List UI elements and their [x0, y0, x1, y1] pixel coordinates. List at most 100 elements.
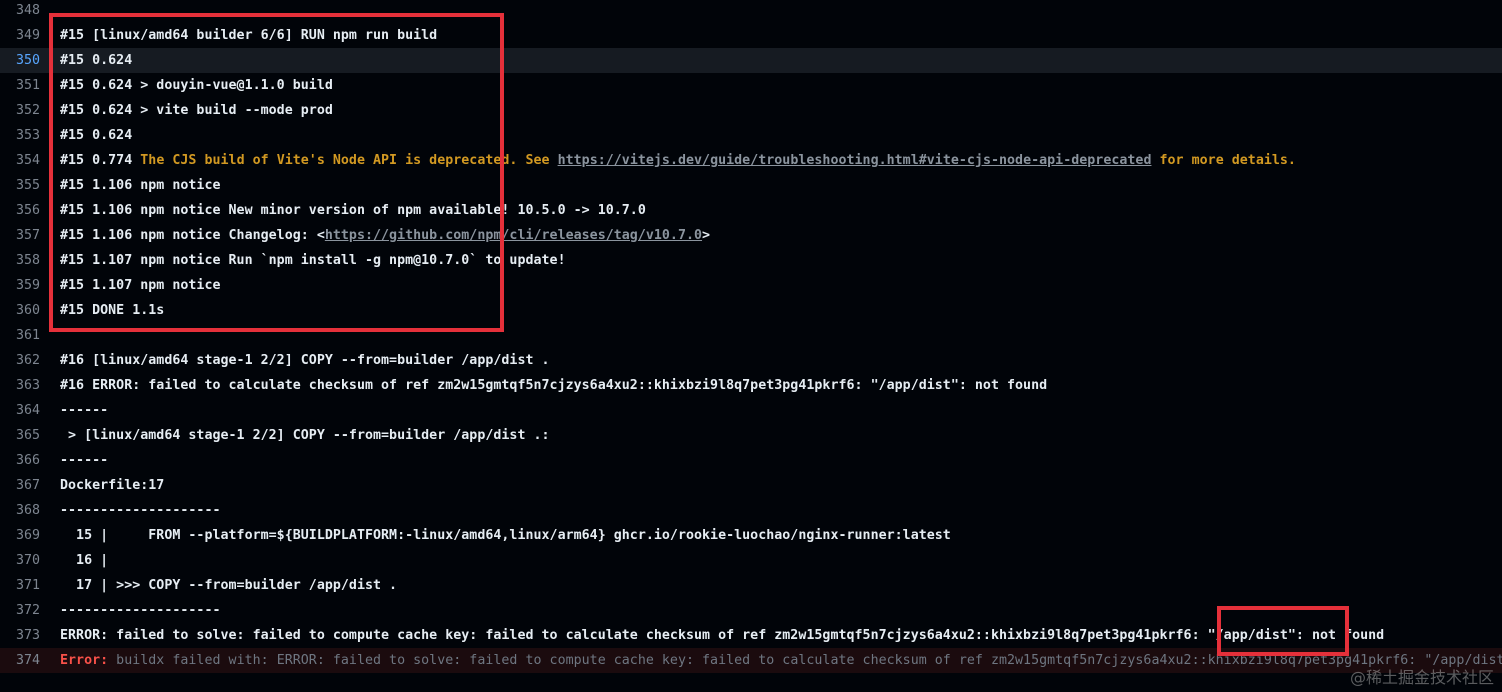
log-segment: #16 [linux/amd64 stage-1 2/2] COPY --fro… [60, 353, 550, 368]
log-segment: #15 1.107 npm notice [60, 278, 221, 293]
log-line-text: #16 [linux/amd64 stage-1 2/2] COPY --fro… [60, 348, 550, 373]
log-line-text: #15 0.774 The CJS build of Vite's Node A… [60, 148, 1296, 173]
log-line-text: ERROR: failed to solve: failed to comput… [60, 623, 1384, 648]
line-number[interactable]: 356 [0, 198, 40, 223]
line-number[interactable]: 351 [0, 73, 40, 98]
log-segment: buildx failed with: ERROR: failed to sol… [108, 653, 1502, 668]
log-segment: -------------------- [60, 603, 221, 618]
line-number[interactable]: 361 [0, 323, 40, 348]
line-number[interactable]: 360 [0, 298, 40, 323]
watermark: @稀土掘金技术社区 [1349, 668, 1494, 687]
log-line[interactable]: 362 #16 [linux/amd64 stage-1 2/2] COPY --… [0, 348, 1502, 373]
log-line[interactable]: 372 -------------------- [0, 598, 1502, 623]
log-segment: #15 [linux/amd64 builder 6/6] RUN npm ru… [60, 28, 438, 43]
log-segment: #15 1.106 npm notice Changelog: < [60, 228, 325, 243]
log-line-text: > [linux/amd64 stage-1 2/2] COPY --from=… [60, 423, 550, 448]
log-line-text: #15 0.624 [60, 48, 132, 73]
log-line[interactable]: 348 [0, 0, 1502, 23]
log-line[interactable]: 368 -------------------- [0, 498, 1502, 523]
log-line[interactable]: 357 #15 1.106 npm notice Changelog: <http… [0, 223, 1502, 248]
log-segment: #15 1.106 npm notice [60, 178, 221, 193]
log-line[interactable]: 369 15 | FROM --platform=${BUILDPLATFORM… [0, 523, 1502, 548]
line-number[interactable]: 359 [0, 273, 40, 298]
log-line-text: #15 [linux/amd64 builder 6/6] RUN npm ru… [60, 23, 437, 48]
log-line[interactable]: 358 #15 1.107 npm notice Run `npm install… [0, 248, 1502, 273]
line-number[interactable]: 363 [0, 373, 40, 398]
log-line-text: #15 1.106 npm notice [60, 173, 221, 198]
log-segment: > [702, 228, 711, 243]
line-number[interactable]: 355 [0, 173, 40, 198]
log-line-text: #15 0.624 > douyin-vue@1.1.0 build [60, 73, 333, 98]
log-segment: > [linux/amd64 stage-1 2/2] COPY --from=… [60, 428, 550, 443]
log-segment: #15 0.624 > vite build --mode prod [60, 103, 333, 118]
log-line[interactable]: 364 ------ [0, 398, 1502, 423]
log-line[interactable]: 349 #15 [linux/amd64 builder 6/6] RUN npm… [0, 23, 1502, 48]
log-line[interactable]: 352 #15 0.624 > vite build --mode prod [0, 98, 1502, 123]
log-line-text: Dockerfile:17 [60, 473, 164, 498]
log-link[interactable]: https://github.com/npm/cli/releases/tag/… [325, 228, 702, 243]
line-number[interactable]: 364 [0, 398, 40, 423]
log-segment: #15 0.624 > douyin-vue@1.1.0 build [60, 78, 333, 93]
log-line[interactable]: 355 #15 1.106 npm notice [0, 173, 1502, 198]
line-number[interactable]: 374 [0, 648, 40, 673]
log-segment: 15 | FROM --platform=${BUILDPLATFORM:-li… [60, 528, 951, 543]
log-line-text: 16 | [60, 548, 108, 573]
log-segment: -------------------- [60, 503, 221, 518]
log-line[interactable]: 370 16 | [0, 548, 1502, 573]
log-segment: ERROR: failed to solve: failed to comput… [60, 628, 1385, 643]
log-line[interactable]: 374 Error: buildx failed with: ERROR: fai… [0, 648, 1502, 673]
line-number[interactable]: 358 [0, 248, 40, 273]
log-line[interactable]: 363 #16 ERROR: failed to calculate checks… [0, 373, 1502, 398]
log-segment: #15 0.624 [60, 53, 133, 68]
line-number[interactable]: 366 [0, 448, 40, 473]
line-number[interactable]: 369 [0, 523, 40, 548]
log-line[interactable]: 361 [0, 323, 1502, 348]
log-segment: #15 0.624 [60, 128, 133, 143]
log-line[interactable]: 354 #15 0.774 The CJS build of Vite's Nod… [0, 148, 1502, 173]
line-number[interactable]: 357 [0, 223, 40, 248]
log-line[interactable]: 373 ERROR: failed to solve: failed to com… [0, 623, 1502, 648]
log-line[interactable]: 350 #15 0.624 [0, 48, 1502, 73]
log-segment: #16 ERROR: failed to calculate checksum … [60, 378, 1048, 393]
log-line[interactable]: 371 17 | >>> COPY --from=builder /app/di… [0, 573, 1502, 598]
line-number[interactable]: 372 [0, 598, 40, 623]
log-line-text: #15 1.106 npm notice Changelog: <https:/… [60, 223, 710, 248]
log-line-text: #15 1.107 npm notice [60, 273, 221, 298]
log-line[interactable]: 359 #15 1.107 npm notice [0, 273, 1502, 298]
log-line-text: ------ [60, 448, 108, 473]
log-segment: #15 0.774 [60, 153, 141, 168]
line-number[interactable]: 370 [0, 548, 40, 573]
log-line-text: ------ [60, 398, 108, 423]
error-label: Error: [60, 653, 109, 668]
log-line-text: -------------------- [60, 598, 221, 623]
log-segment: #15 1.106 npm notice New minor version o… [60, 203, 646, 218]
line-number[interactable]: 348 [0, 0, 40, 23]
line-number[interactable]: 354 [0, 148, 40, 173]
line-number[interactable]: 362 [0, 348, 40, 373]
line-number[interactable]: 373 [0, 623, 40, 648]
line-number[interactable]: 350 [0, 48, 40, 73]
log-line[interactable]: 367 Dockerfile:17 [0, 473, 1502, 498]
log-segment: ------ [60, 453, 109, 468]
log-line-text: #15 1.107 npm notice Run `npm install -g… [60, 248, 566, 273]
log-line[interactable]: 360 #15 DONE 1.1s [0, 298, 1502, 323]
log-segment: 17 | >>> COPY --from=builder /app/dist . [60, 578, 398, 593]
log-line[interactable]: 365 > [linux/amd64 stage-1 2/2] COPY --f… [0, 423, 1502, 448]
log-line[interactable]: 353 #15 0.624 [0, 123, 1502, 148]
log-line[interactable]: 356 #15 1.106 npm notice New minor versio… [0, 198, 1502, 223]
log-line-text: -------------------- [60, 498, 221, 523]
line-number[interactable]: 353 [0, 123, 40, 148]
line-number[interactable]: 367 [0, 473, 40, 498]
line-number[interactable]: 371 [0, 573, 40, 598]
log-line[interactable]: 366 ------ [0, 448, 1502, 473]
line-number[interactable]: 365 [0, 423, 40, 448]
log-line-text: 15 | FROM --platform=${BUILDPLATFORM:-li… [60, 523, 951, 548]
line-number[interactable]: 352 [0, 98, 40, 123]
line-number[interactable]: 368 [0, 498, 40, 523]
log-line-text: #15 0.624 [60, 123, 132, 148]
log-line-text: #15 DONE 1.1s [60, 298, 164, 323]
line-number[interactable]: 349 [0, 23, 40, 48]
log-line-text: Error: buildx failed with: ERROR: failed… [60, 648, 1502, 673]
log-link[interactable]: https://vitejs.dev/guide/troubleshooting… [558, 153, 1152, 168]
log-line[interactable]: 351 #15 0.624 > douyin-vue@1.1.0 build [0, 73, 1502, 98]
